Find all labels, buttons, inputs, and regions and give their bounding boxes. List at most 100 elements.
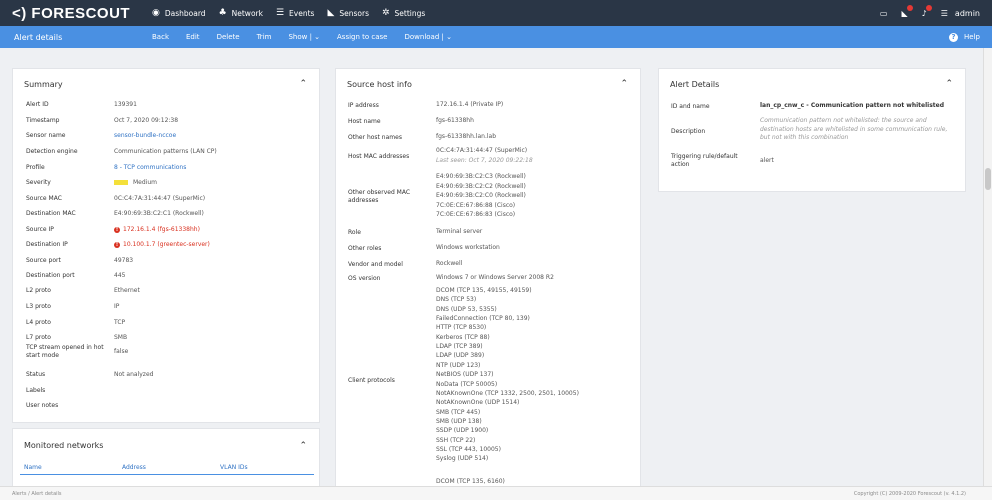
mac-address-item: E4:90:69:3B:C2:C0 (Rockwell) <box>436 192 526 199</box>
page-scrollbar[interactable] <box>983 48 992 486</box>
other-host-names-label: Other host names <box>348 134 402 141</box>
nav-network[interactable]: ♣ Network <box>219 8 263 18</box>
description-label: Description <box>671 128 706 135</box>
severity-indicator <box>114 180 128 185</box>
action-bar: Alert details Back Edit Delete Trim Show… <box>0 26 992 48</box>
other-roles-value: Windows workstation <box>436 244 500 251</box>
protocol-item: SSH (TCP 22) <box>436 436 476 444</box>
bell-icon[interactable]: ♪ <box>922 4 932 18</box>
summary-label: Alert ID <box>26 101 49 108</box>
protocol-item: LDAP (TCP 389) <box>436 343 483 351</box>
summary-value-text: 172.16.1.4 (fgs-61338hh) <box>123 226 200 233</box>
ip-address-value: 172.16.1.4 (Private IP) <box>436 101 504 108</box>
summary-value-text: 445 <box>114 272 126 279</box>
monitor-icon[interactable]: ▭ <box>880 9 888 18</box>
forescout-logo[interactable]: <) FORESCOUT <box>12 5 140 22</box>
show-dropdown[interactable]: Show | ⌄ <box>288 33 320 41</box>
summary-value[interactable]: sensor-bundle-nccoe <box>114 132 176 140</box>
back-button[interactable]: Back <box>152 33 169 41</box>
summary-value-text: 8 - TCP communications <box>114 164 187 171</box>
collapse-chevron-icon[interactable]: ⌃ <box>299 79 307 89</box>
summary-value[interactable]: ! 172.16.1.4 (fgs-61338hh) <box>114 226 200 234</box>
summary-title: Summary <box>24 80 63 89</box>
protocol-item: Syslog (UDP 514) <box>436 455 489 463</box>
collapse-chevron-icon[interactable]: ⌃ <box>299 441 307 451</box>
summary-value-text: Not analyzed <box>114 371 154 378</box>
monitored-networks-card: Monitored networks ⌃ <box>12 428 320 486</box>
delete-button[interactable]: Delete <box>217 33 240 41</box>
sensor-alerts-icon[interactable]: ◣ <box>901 4 913 18</box>
vendor-value: Rockwell <box>436 260 463 267</box>
main-nav: ◉ Dashboard ♣ Network ☰ Events ◣ Sensors ✲ Se… <box>152 8 438 18</box>
summary-label: Destination MAC <box>26 210 76 217</box>
download-dropdown[interactable]: Download | ⌄ <box>405 33 452 41</box>
host-name-value: fgs-61338hh <box>436 117 474 124</box>
column-name[interactable]: Name <box>24 464 42 471</box>
other-mac-label: Other observed MAC addresses <box>348 189 411 204</box>
summary-label: Labels <box>26 387 46 394</box>
summary-label: User notes <box>26 402 59 409</box>
ip-address-label: IP address <box>348 102 379 109</box>
summary-label: L4 proto <box>26 319 51 326</box>
summary-value: Ethernet <box>114 287 140 295</box>
alert-icon: ! <box>114 242 120 248</box>
host-name-label: Host name <box>348 118 381 125</box>
table-header-divider <box>20 474 314 475</box>
triggering-rule-value: alert <box>760 157 774 164</box>
column-address[interactable]: Address <box>122 464 146 471</box>
protocol-item: SSL (TCP 443, 10005) <box>436 445 501 453</box>
next-protocol-value: DCOM (TCP 135, 6160) <box>436 478 505 485</box>
column-vlan-ids[interactable]: VLAN IDs <box>220 464 248 471</box>
user-menu[interactable]: ☰ admin <box>941 9 980 18</box>
collapse-chevron-icon[interactable]: ⌃ <box>620 79 628 89</box>
scrollbar-thumb[interactable] <box>985 168 991 190</box>
assign-to-case-button[interactable]: Assign to case <box>337 33 387 41</box>
summary-value-text: SMB <box>114 334 128 341</box>
nav-sensors[interactable]: ◣ Sensors <box>327 8 369 18</box>
top-navbar: <) FORESCOUT ◉ Dashboard ♣ Network ☰ Events… <box>0 0 992 26</box>
summary-value: SMB <box>114 334 127 342</box>
collapse-chevron-icon[interactable]: ⌃ <box>945 79 953 89</box>
summary-value-text: E4:90:69:3B:C2:C1 (Rockwell) <box>114 210 204 217</box>
protocol-item: SSDP (UDP 1900) <box>436 427 489 435</box>
host-mac-last-seen: Last seen: Oct 7, 2020 09:22:18 <box>436 157 533 164</box>
nav-dashboard[interactable]: ◉ Dashboard <box>152 8 206 18</box>
action-buttons: Back Edit Delete Trim Show | ⌄ Assign to… <box>152 33 469 41</box>
breadcrumb[interactable]: Alerts / Alert details <box>12 491 62 497</box>
protocol-item: HTTP (TCP 8530) <box>436 324 487 332</box>
help-button[interactable]: ? Help <box>949 26 980 48</box>
edit-button[interactable]: Edit <box>186 33 200 41</box>
trim-button[interactable]: Trim <box>257 33 272 41</box>
notification-badge <box>925 4 932 11</box>
summary-value[interactable]: ! 10.100.1.7 (greentec-server) <box>114 241 210 249</box>
summary-value-text: Ethernet <box>114 287 140 294</box>
summary-value-text: 139391 <box>114 101 137 108</box>
protocol-item: NotAKnownOne (UDP 1514) <box>436 399 520 407</box>
summary-label: Status <box>26 371 46 378</box>
protocol-item: NoData (TCP 50005) <box>436 380 498 388</box>
nav-events[interactable]: ☰ Events <box>276 8 314 18</box>
protocol-item: NTP (UDP 123) <box>436 361 481 369</box>
mac-address-item: E4:90:69:3B:C2:C2 (Rockwell) <box>436 182 526 190</box>
summary-value: TCP <box>114 319 125 327</box>
protocol-item: FailedConnection (TCP 80, 139) <box>436 315 530 323</box>
client-protocols-label: Client protocols <box>348 377 395 384</box>
id-name-label: ID and name <box>671 103 710 110</box>
protocol-item: LDAP (UDP 389) <box>436 352 485 360</box>
user-name: admin <box>954 8 980 18</box>
summary-value: 0C:C4:7A:31:44:47 (SuperMic) <box>114 195 205 203</box>
summary-value-text: false <box>114 348 129 355</box>
mac-address-item: 7C:0E:CE:67:86:83 (Cisco) <box>436 211 516 218</box>
summary-value[interactable]: 8 - TCP communications <box>114 164 186 172</box>
summary-value-text: sensor-bundle-nccoe <box>114 132 177 139</box>
nav-settings[interactable]: ✲ Settings <box>382 8 425 18</box>
network-icon: ♣ <box>218 8 227 18</box>
summary-value-text: IP <box>114 303 120 310</box>
help-icon: ? <box>949 32 959 42</box>
dashboard-icon: ◉ <box>152 8 160 18</box>
page-title: Alert details <box>14 32 63 42</box>
protocol-item: DNS (UDP 53, 5355) <box>436 305 497 313</box>
protocol-item: NotAKnownOne (TCP 1332, 2500, 2501, 1000… <box>436 389 579 397</box>
summary-label: Source MAC <box>26 195 62 202</box>
summary-label: Sensor name <box>26 132 66 139</box>
